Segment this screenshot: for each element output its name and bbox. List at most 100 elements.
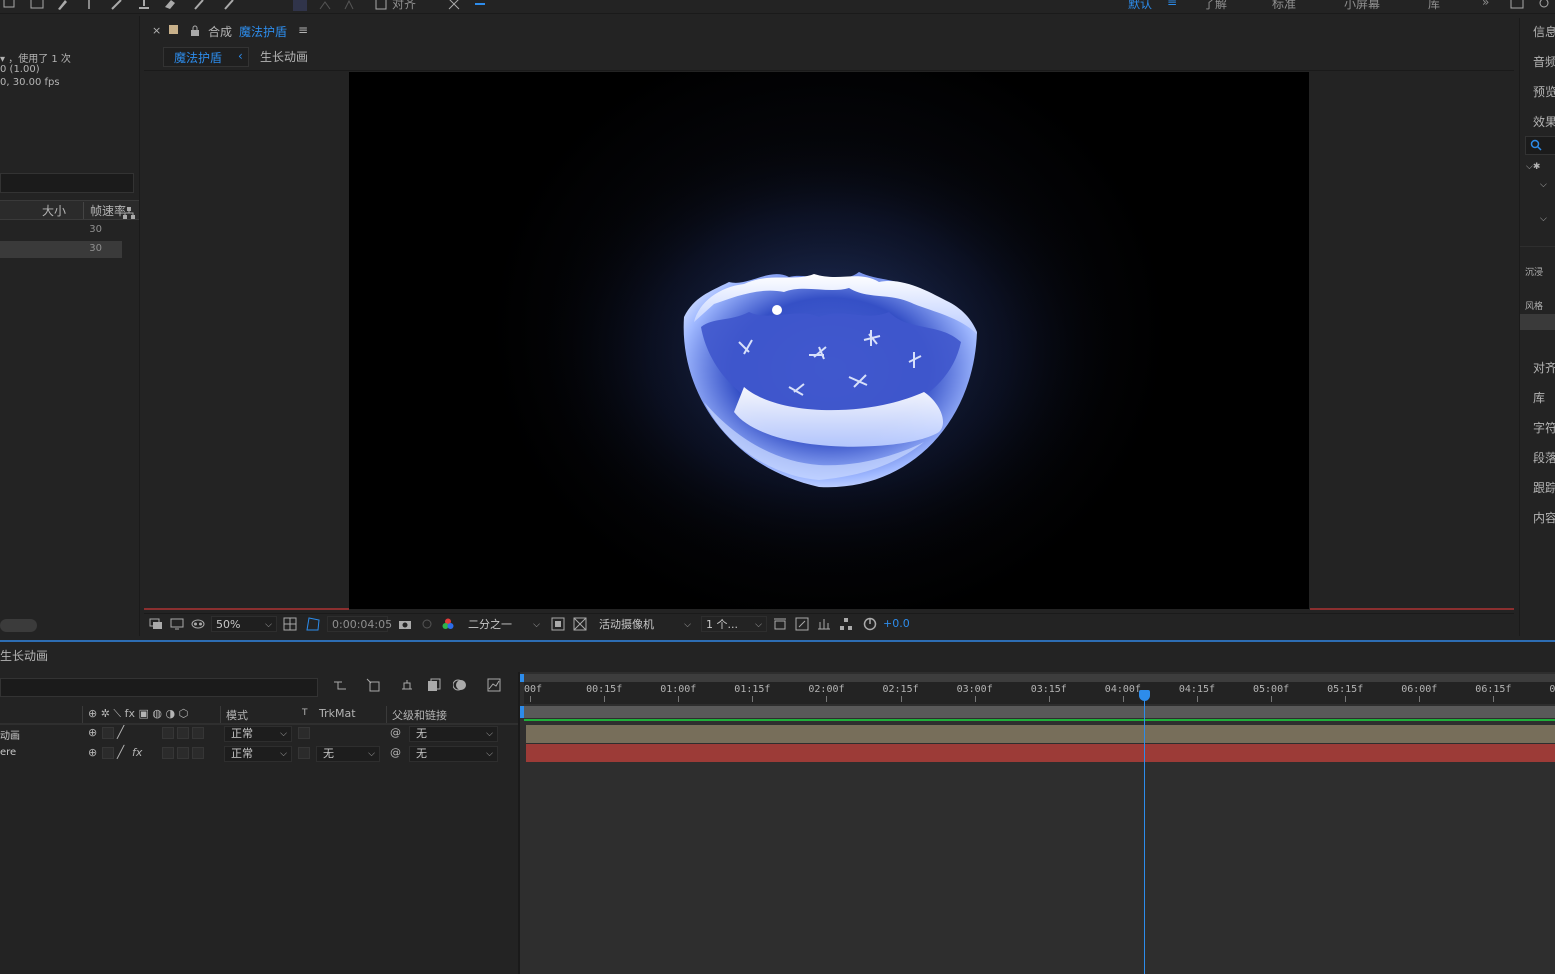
workspace-standard[interactable]: 标准: [1272, 0, 1296, 12]
column-size[interactable]: 大小: [42, 202, 66, 219]
panel-libraries[interactable]: 库: [1533, 389, 1545, 406]
clone-stamp-tool-icon[interactable]: [137, 0, 151, 11]
composition-canvas[interactable]: [349, 72, 1309, 609]
views-dropdown[interactable]: 1 个... ⌵: [701, 616, 767, 632]
effects-tree-expander[interactable]: ⌵: [1540, 180, 1547, 190]
work-area-bar[interactable]: [524, 706, 1555, 718]
comp-flowchart-icon[interactable]: [839, 617, 853, 631]
adjustment-switch[interactable]: [177, 727, 189, 739]
lock-icon[interactable]: [188, 24, 202, 38]
timeline-layer-row[interactable]: 动画 ⊕ ╱ 正常 ⌵ @ 无 ⌵: [0, 725, 518, 744]
timeline-icon[interactable]: [817, 617, 831, 631]
layer-trkmat-dropdown[interactable]: 无 ⌵: [316, 746, 380, 762]
snap-options-icon[interactable]: [473, 0, 487, 11]
current-time-indicator[interactable]: [1139, 690, 1150, 701]
toggle-view-icon[interactable]: [773, 617, 787, 631]
layer-parent-dropdown[interactable]: 无 ⌵: [409, 746, 498, 762]
always-preview-icon[interactable]: [149, 617, 163, 631]
column-t[interactable]: T: [302, 708, 308, 718]
effects-tree-expander[interactable]: ⌵✱: [1526, 162, 1540, 172]
3d-view-icon[interactable]: [795, 617, 809, 631]
3d-layer-switch[interactable]: [192, 747, 204, 759]
panel-character[interactable]: 字符: [1533, 419, 1555, 436]
time-navigator-bar[interactable]: [524, 674, 1555, 682]
flowchart-icon[interactable]: [122, 206, 136, 220]
layer-duration-bar[interactable]: [526, 725, 1555, 743]
search-help-icon[interactable]: [1510, 0, 1524, 11]
pick-whip-icon[interactable]: @: [390, 726, 401, 739]
effects-tree-expander[interactable]: ⌵: [1540, 214, 1547, 224]
workspace-more-icon[interactable]: »: [1482, 0, 1489, 9]
column-trkmat[interactable]: TrkMat: [319, 707, 356, 720]
panel-tracker[interactable]: 跟踪: [1533, 479, 1555, 496]
adjustment-switch[interactable]: [177, 747, 189, 759]
panel-preview[interactable]: 预览: [1533, 83, 1555, 100]
camera-dropdown[interactable]: 活动摄像机 ⌵: [594, 616, 696, 632]
show-snapshot-icon[interactable]: [420, 617, 434, 631]
roto-brush-tool-icon[interactable]: [193, 0, 207, 11]
comp-mini-flowchart-icon[interactable]: [333, 678, 347, 692]
workspace-learn[interactable]: 了解: [1203, 0, 1227, 12]
panel-menu-icon[interactable]: ≡: [298, 23, 308, 37]
frame-blending-icon[interactable]: [427, 678, 441, 692]
timeline-graph-area[interactable]: 00f 00:15f 01:00f 01:15f 02:00f 02:15f 03:00f 0…: [520, 672, 1555, 974]
timeline-layer-row[interactable]: ere ⊕ ╱ fx 正常 ⌵ 无 ⌵ @ 无 ⌵: [0, 745, 518, 764]
preserve-transparency-switch[interactable]: [298, 727, 310, 739]
rgb-channels-icon[interactable]: [441, 617, 455, 631]
axis-world-icon[interactable]: [318, 0, 332, 11]
workspace-menu-icon[interactable]: ≡: [1167, 0, 1177, 9]
column-frame-rate[interactable]: 帧速率: [83, 202, 126, 219]
effect-category-stylize[interactable]: 风格: [1525, 299, 1543, 312]
shy-switch-icon[interactable]: ⊕: [88, 746, 97, 759]
project-scrollbar[interactable]: [0, 619, 37, 632]
shy-switch-icon[interactable]: ⊕: [88, 726, 97, 739]
comp-color-label[interactable]: [169, 25, 178, 34]
layer-name[interactable]: 动画: [0, 727, 20, 742]
layer-mode-dropdown[interactable]: 正常 ⌵: [224, 726, 292, 742]
panel-effects[interactable]: 效果: [1533, 113, 1555, 130]
effects-switch-icon[interactable]: fx: [132, 746, 142, 759]
fast-preview-icon[interactable]: [551, 617, 565, 631]
layer-mode-dropdown[interactable]: 正常 ⌵: [224, 746, 292, 762]
project-item-row[interactable]: 30: [0, 241, 122, 258]
collapse-switch[interactable]: [102, 747, 114, 759]
pen-tool-icon[interactable]: [55, 0, 69, 11]
motion-blur-icon[interactable]: [453, 678, 467, 692]
axis-view-icon[interactable]: [342, 0, 356, 11]
nav-comp-growth[interactable]: 生长动画: [260, 48, 308, 65]
effects-tree-selected-row[interactable]: [1520, 314, 1555, 330]
motion-blur-switch[interactable]: [162, 727, 174, 739]
effects-search-input[interactable]: [1525, 136, 1555, 155]
snapshot-icon[interactable]: [398, 617, 412, 631]
preserve-transparency-switch[interactable]: [298, 747, 310, 759]
pan-tool-icon[interactable]: [2, 0, 16, 11]
pick-whip-icon[interactable]: @: [390, 746, 401, 759]
monitor-icon[interactable]: [170, 617, 184, 631]
project-search-input[interactable]: [0, 173, 134, 193]
column-parent[interactable]: 父级和链接: [392, 707, 447, 723]
collapse-switch[interactable]: [102, 727, 114, 739]
column-mode[interactable]: 模式: [226, 707, 248, 723]
draft-3d-icon[interactable]: [366, 678, 380, 692]
time-ruler[interactable]: 00f 00:15f 01:00f 01:15f 02:00f 02:15f 03:00f 0…: [524, 682, 1555, 704]
workspace-default[interactable]: 默认: [1128, 0, 1152, 12]
workspace-search-icon[interactable]: [1538, 0, 1552, 11]
transparency-grid-icon[interactable]: [573, 617, 587, 631]
current-time-display[interactable]: 0:00:04:05: [327, 616, 392, 632]
comp-tab-name[interactable]: 魔法护盾: [239, 23, 287, 40]
reset-exposure-icon[interactable]: [863, 617, 877, 631]
nav-current-comp[interactable]: 魔法护盾 ‹: [163, 47, 249, 67]
quality-switch-icon[interactable]: ╱: [117, 745, 124, 759]
region-of-interest-icon[interactable]: [306, 617, 320, 631]
panel-audio[interactable]: 音频: [1533, 53, 1555, 70]
type-tool-icon[interactable]: [82, 0, 96, 11]
zoom-dropdown[interactable]: 50% ⌵: [211, 616, 277, 632]
puppet-tool-icon[interactable]: [223, 0, 237, 11]
close-tab-icon[interactable]: ×: [152, 24, 161, 37]
mask-visibility-icon[interactable]: [191, 617, 205, 631]
axis-local-icon[interactable]: [293, 0, 307, 11]
brush-tool-icon[interactable]: [110, 0, 124, 11]
motion-blur-switch[interactable]: [162, 747, 174, 759]
exposure-value[interactable]: +0.0: [883, 617, 910, 630]
project-item-row[interactable]: 30: [0, 222, 122, 239]
